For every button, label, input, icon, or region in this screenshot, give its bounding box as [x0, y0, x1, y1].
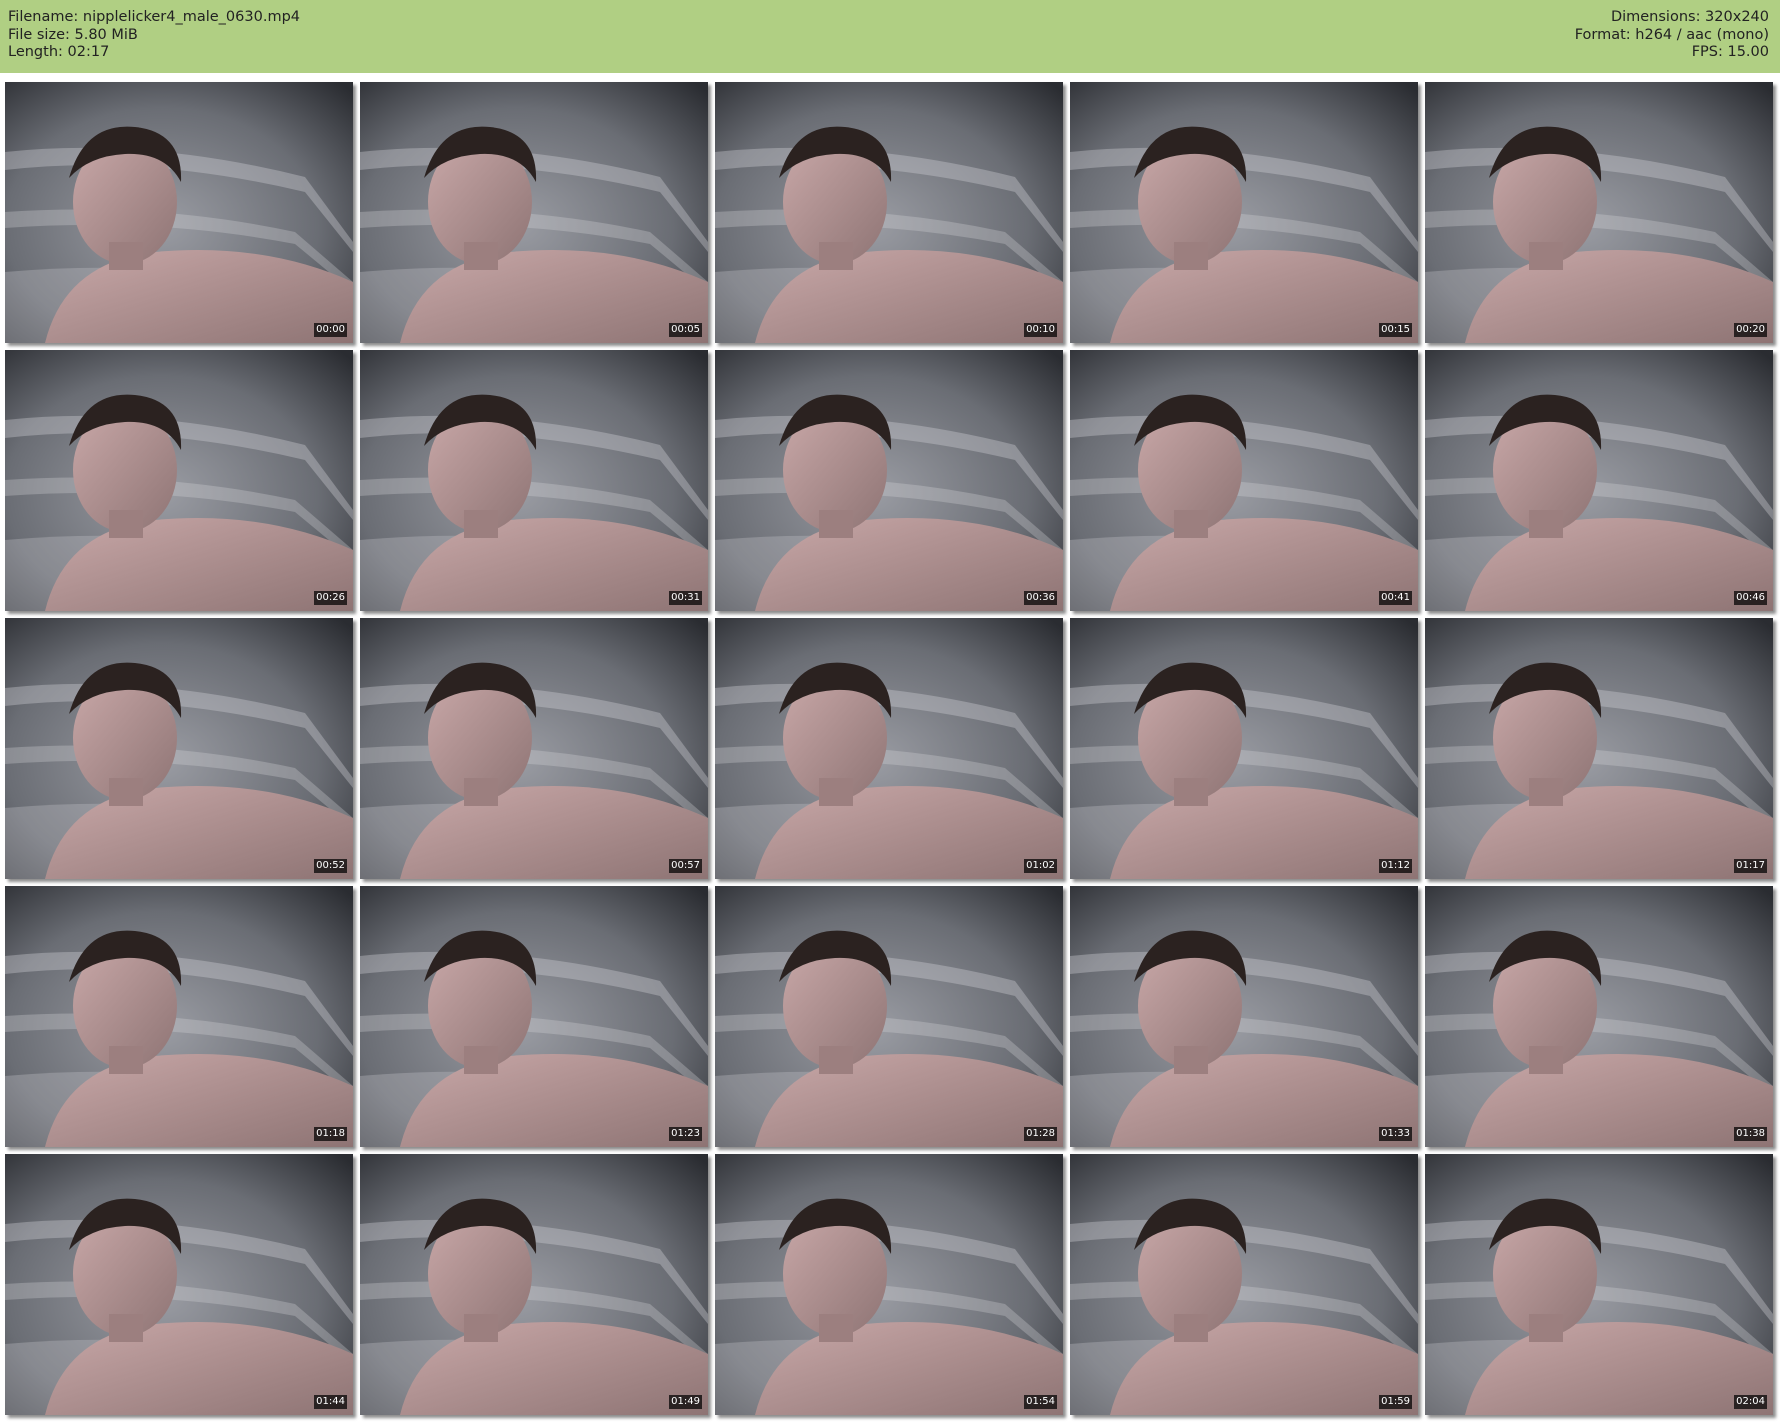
video-thumbnail: 01:28: [715, 886, 1063, 1147]
frame-image: [1425, 82, 1773, 343]
frame-image: [360, 350, 708, 611]
video-thumbnail: 01:59: [1070, 1154, 1418, 1415]
timestamp-label: 01:23: [669, 1127, 702, 1141]
frame-image: [5, 350, 353, 611]
frame-image: [715, 82, 1063, 343]
video-thumbnail: 00:46: [1425, 350, 1773, 611]
video-thumbnail: 01:44: [5, 1154, 353, 1415]
video-thumbnail: 01:12: [1070, 618, 1418, 879]
video-thumbnail: 01:54: [715, 1154, 1063, 1415]
thumbnail-grid: 00:00 00:05 00:10 00:15 00:20 00:26 00:3…: [0, 80, 1780, 1423]
timestamp-label: 01:28: [1024, 1127, 1057, 1141]
timestamp-label: 01:33: [1379, 1127, 1412, 1141]
length-text: Length: 02:17: [8, 44, 110, 60]
frame-image: [715, 1154, 1063, 1415]
video-thumbnail: 00:57: [360, 618, 708, 879]
timestamp-label: 00:26: [314, 591, 347, 605]
frame-image: [1070, 1154, 1418, 1415]
frame-image: [715, 350, 1063, 611]
frame-image: [360, 82, 708, 343]
timestamp-label: 01:38: [1734, 1127, 1767, 1141]
timestamp-label: 01:02: [1024, 859, 1057, 873]
frame-image: [5, 82, 353, 343]
video-thumbnail: 00:00: [5, 82, 353, 343]
frame-image: [1425, 1154, 1773, 1415]
info-right: Dimensions: 320x240 Format: h264 / aac (…: [1575, 9, 1769, 62]
frame-image: [1070, 886, 1418, 1147]
video-thumbnail: 01:49: [360, 1154, 708, 1415]
video-thumbnail: 00:10: [715, 82, 1063, 343]
timestamp-label: 01:44: [314, 1395, 347, 1409]
timestamp-label: 01:54: [1024, 1395, 1057, 1409]
frame-image: [1070, 618, 1418, 879]
video-thumbnail: 01:02: [715, 618, 1063, 879]
video-thumbnail: 01:38: [1425, 886, 1773, 1147]
fps-text: FPS: 15.00: [1691, 44, 1769, 60]
timestamp-label: 00:05: [669, 323, 702, 337]
video-thumbnail: 00:15: [1070, 82, 1418, 343]
video-thumbnail: 00:20: [1425, 82, 1773, 343]
timestamp-label: 01:59: [1379, 1395, 1412, 1409]
video-thumbnail: 00:41: [1070, 350, 1418, 611]
timestamp-label: 00:41: [1379, 591, 1412, 605]
timestamp-label: 01:18: [314, 1127, 347, 1141]
timestamp-label: 00:15: [1379, 323, 1412, 337]
video-thumbnail: 00:52: [5, 618, 353, 879]
info-left: Filename: nipplelicker4_male_0630.mp4 Fi…: [8, 9, 300, 62]
timestamp-label: 01:49: [669, 1395, 702, 1409]
filesize-text: File size: 5.80 MiB: [8, 26, 138, 43]
timestamp-label: 00:00: [314, 323, 347, 337]
frame-image: [1425, 618, 1773, 879]
video-thumbnail: 01:17: [1425, 618, 1773, 879]
timestamp-label: 01:12: [1379, 859, 1412, 873]
frame-image: [715, 618, 1063, 879]
frame-image: [5, 1154, 353, 1415]
video-thumbnail: 01:33: [1070, 886, 1418, 1147]
frame-image: [360, 1154, 708, 1415]
dimensions-text: Dimensions: 320x240: [1610, 9, 1769, 25]
frame-image: [5, 886, 353, 1147]
timestamp-label: 00:52: [314, 859, 347, 873]
filename-text: Filename: nipplelicker4_male_0630.mp4: [8, 9, 300, 25]
timestamp-label: 02:04: [1734, 1395, 1767, 1409]
timestamp-label: 01:17: [1734, 859, 1767, 873]
timestamp-label: 00:46: [1734, 591, 1767, 605]
timestamp-label: 00:10: [1024, 323, 1057, 337]
frame-image: [715, 886, 1063, 1147]
frame-image: [1070, 350, 1418, 611]
video-thumbnail: 01:23: [360, 886, 708, 1147]
timestamp-label: 00:36: [1024, 591, 1057, 605]
frame-image: [360, 618, 708, 879]
frame-image: [1070, 82, 1418, 343]
video-thumbnail: 00:26: [5, 350, 353, 611]
timestamp-label: 00:57: [669, 859, 702, 873]
frame-image: [1425, 350, 1773, 611]
format-text: Format: h264 / aac (mono): [1574, 26, 1769, 43]
timestamp-label: 00:20: [1734, 323, 1767, 337]
frame-image: [5, 618, 353, 879]
timestamp-label: 00:31: [669, 591, 702, 605]
video-thumbnail: 00:05: [360, 82, 708, 343]
video-thumbnail: 00:31: [360, 350, 708, 611]
video-thumbnail: 02:04: [1425, 1154, 1773, 1415]
frame-image: [360, 886, 708, 1147]
video-thumbnail: 00:36: [715, 350, 1063, 611]
info-header: Filename: nipplelicker4_male_0630.mp4 Fi…: [0, 0, 1780, 73]
video-thumbnail: 01:18: [5, 886, 353, 1147]
frame-image: [1425, 886, 1773, 1147]
